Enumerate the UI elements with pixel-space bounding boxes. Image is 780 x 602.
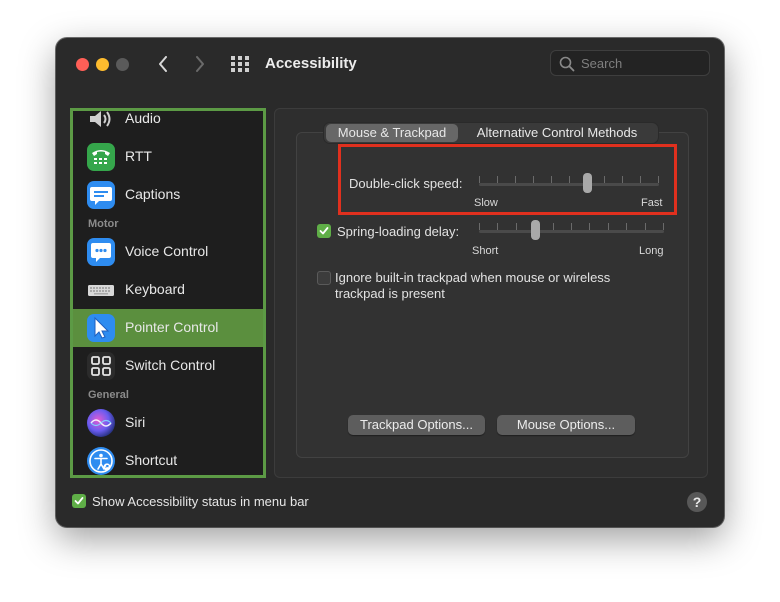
tab-alternative-control-methods[interactable]: Alternative Control Methods <box>464 123 650 143</box>
slider-tick <box>622 176 623 183</box>
show-status-checkbox[interactable] <box>72 494 86 508</box>
slider-tick <box>663 223 664 230</box>
double-click-slow-label: Slow <box>474 197 498 209</box>
sidebar-item-switch-control[interactable]: Switch Control <box>73 347 263 385</box>
title-bar: Accessibility <box>56 38 724 90</box>
sidebar-item-label: Switch Control <box>125 357 216 373</box>
sidebar-item-label: Siri <box>125 414 146 430</box>
ignore-trackpad-label-line2: trackpad is present <box>335 286 445 301</box>
sidebar-item-siri[interactable]: Siri <box>73 404 263 442</box>
switch-control-icon <box>87 352 115 380</box>
tab-mouse-trackpad[interactable]: Mouse & Trackpad <box>326 124 458 142</box>
spring-loading-checkbox[interactable] <box>317 224 331 238</box>
show-all-button[interactable] <box>230 55 250 73</box>
minimize-window-button[interactable] <box>96 58 109 71</box>
zoom-window-button[interactable] <box>116 58 129 71</box>
preferences-window: Accessibility Audio RTT Captions Motor <box>56 38 724 527</box>
slider-thumb[interactable] <box>531 220 540 240</box>
sidebar-item-label: RTT <box>125 148 152 164</box>
spring-loading-label: Spring-loading delay: <box>337 224 460 239</box>
slider-tick <box>569 176 570 183</box>
slider-tick <box>626 223 627 230</box>
double-click-fast-label: Fast <box>641 197 663 209</box>
slider-tick <box>479 223 480 230</box>
keyboard-icon <box>87 276 115 304</box>
search-icon <box>559 56 575 72</box>
slider-tick <box>479 176 480 183</box>
slider-tick <box>497 176 498 183</box>
window-title: Accessibility <box>265 55 357 72</box>
siri-icon <box>87 409 115 437</box>
back-button[interactable] <box>152 51 174 77</box>
captions-icon <box>87 181 115 209</box>
close-window-button[interactable] <box>76 58 89 71</box>
section-header-general: General <box>88 389 129 401</box>
sidebar-item-rtt[interactable]: RTT <box>73 138 263 176</box>
sidebar-item-label: Shortcut <box>125 452 178 468</box>
slider-tick <box>553 223 554 230</box>
forward-button[interactable] <box>189 51 211 77</box>
voice-control-icon <box>87 238 115 266</box>
sidebar-item-voice-control[interactable]: Voice Control <box>73 233 263 271</box>
sidebar-item-label: Captions <box>125 186 181 202</box>
checkmark-icon <box>74 497 84 505</box>
slider-tick <box>658 176 659 183</box>
sidebar-item-label: Voice Control <box>125 243 209 259</box>
sidebar-item-captions[interactable]: Captions <box>73 176 263 214</box>
slider-tick <box>515 176 516 183</box>
slider-tick <box>640 176 641 183</box>
checkmark-icon <box>319 227 329 235</box>
sidebar: Audio RTT Captions Motor Voice Control K <box>70 108 266 478</box>
grid-icon <box>231 56 249 72</box>
help-button[interactable]: ? <box>687 492 707 512</box>
sidebar-item-label: Keyboard <box>125 281 185 297</box>
slider-tick <box>551 176 552 183</box>
slider-tick <box>533 176 534 183</box>
sidebar-item-pointer-control[interactable]: Pointer Control <box>73 309 263 347</box>
tab-bar: Mouse & Trackpad Alternative Control Met… <box>324 123 658 143</box>
slider-tick <box>645 223 646 230</box>
mouse-options-button[interactable]: Mouse Options... <box>497 415 635 435</box>
accessibility-shortcut-icon <box>87 447 115 475</box>
chevron-left-icon <box>159 56 167 72</box>
slider-tick <box>571 223 572 230</box>
sidebar-item-audio[interactable]: Audio <box>73 110 263 138</box>
slider-tick <box>608 223 609 230</box>
trackpad-options-button[interactable]: Trackpad Options... <box>348 415 485 435</box>
double-click-speed-slider[interactable] <box>479 173 659 194</box>
slider-thumb[interactable] <box>583 173 592 193</box>
slider-tick <box>497 223 498 230</box>
rtt-phone-icon <box>87 143 115 171</box>
chevron-right-icon <box>196 56 204 72</box>
spring-loading-long-label: Long <box>639 245 664 257</box>
search-field[interactable] <box>550 50 710 76</box>
slider-tick <box>516 223 517 230</box>
search-input[interactable] <box>581 54 701 72</box>
sidebar-item-keyboard[interactable]: Keyboard <box>73 271 263 309</box>
pointer-icon <box>87 314 115 342</box>
spring-loading-short-label: Short <box>472 245 499 257</box>
ignore-trackpad-checkbox[interactable] <box>317 271 331 285</box>
ignore-trackpad-label-line1: Ignore built-in trackpad when mouse or w… <box>335 270 611 285</box>
speaker-icon <box>87 111 115 133</box>
section-header-motor: Motor <box>88 218 119 230</box>
double-click-speed-label: Double-click speed: <box>349 176 463 191</box>
sidebar-item-label: Audio <box>125 110 161 126</box>
spring-loading-delay-slider[interactable] <box>479 220 664 241</box>
slider-tick <box>604 176 605 183</box>
sidebar-item-shortcut[interactable]: Shortcut <box>73 442 263 475</box>
show-status-label: Show Accessibility status in menu bar <box>92 494 309 509</box>
sidebar-item-label: Pointer Control <box>125 319 219 335</box>
slider-tick <box>589 223 590 230</box>
